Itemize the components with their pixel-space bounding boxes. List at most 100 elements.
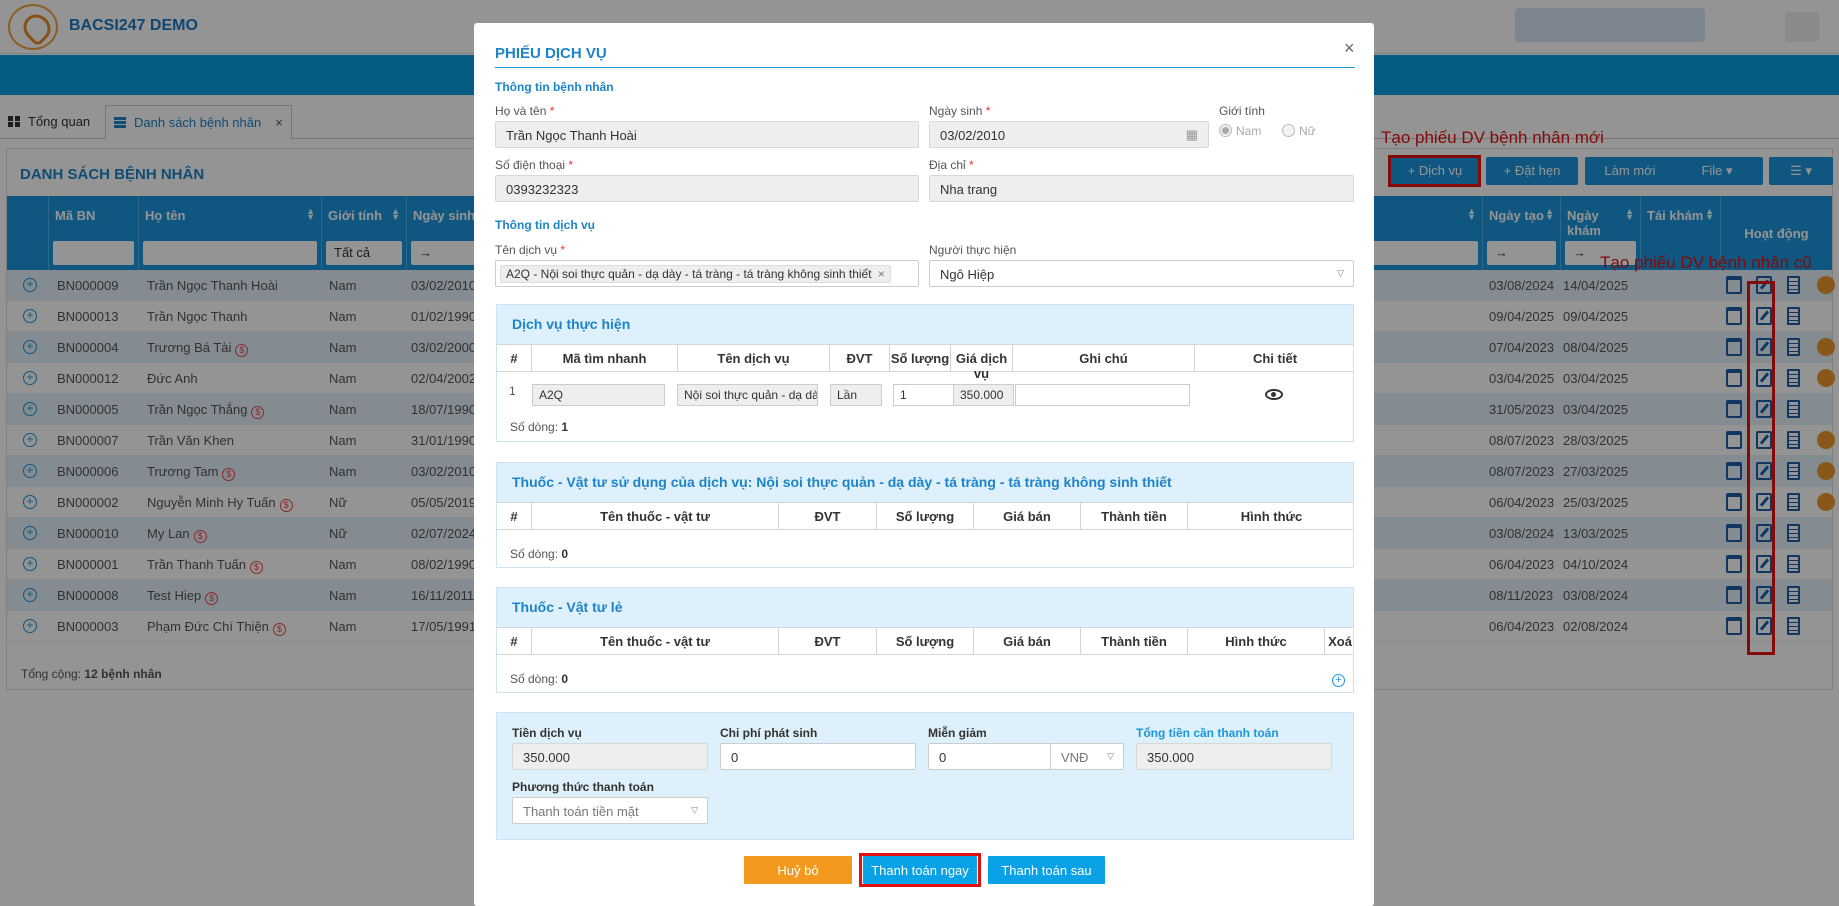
required-mark: * [560, 243, 566, 257]
radio-nam[interactable]: Nam [1219, 124, 1261, 138]
sdt-field[interactable]: 0393232323 [495, 175, 919, 202]
label-text: Ngày sinh [929, 104, 983, 118]
radio-nu[interactable]: Nữ [1282, 124, 1316, 138]
required-mark: * [549, 104, 555, 118]
service-supplies-box: Thuốc - Vật tư sử dụng của dịch vụ: Nội … [496, 462, 1354, 568]
tien-dv-field[interactable]: 350.000 [512, 743, 708, 770]
label-ngay-sinh: Ngày sinh * [929, 104, 990, 118]
col-header: Thành tiền [1081, 503, 1188, 529]
col-header: # [497, 345, 532, 371]
required-mark: * [568, 158, 574, 172]
required-mark: * [969, 158, 974, 172]
col-header: Tên thuốc - vật tư [532, 503, 779, 529]
service-section-title: Thông tin dịch vụ [495, 218, 595, 232]
ghi-chu-field[interactable] [1015, 384, 1190, 406]
calendar-icon: ▦ [1185, 127, 1198, 142]
nguoi-th-value: Ngô Hiệp [940, 267, 995, 282]
col-header: ĐVT [779, 628, 877, 654]
chevron-down-icon: ▽ [691, 805, 698, 815]
row-count-label: Số dòng: [510, 672, 559, 686]
row-count-label: Số dòng: [510, 420, 559, 434]
box-title: Thuốc - Vật tư lẻ [497, 588, 1353, 627]
chi-phi-field[interactable]: 0 [720, 743, 916, 770]
gia-dv-cell[interactable]: 350.000 [953, 384, 1014, 406]
ten-dv-cell[interactable]: Nội soi thực quản - dạ dày - tá tràng [677, 384, 818, 406]
ten-dv-select[interactable]: A2Q - Nội soi thực quản - dạ dày - tá tr… [495, 260, 919, 287]
row-count: Số dòng: 0 [510, 547, 568, 561]
currency-select[interactable]: VNĐ ▽ [1050, 743, 1124, 770]
retail-table-header: # Tên thuốc - vật tư ĐVT Số lượng Giá bá… [497, 627, 1353, 655]
radio-icon [1282, 124, 1295, 137]
row-count: Số dòng: 0 [510, 672, 568, 686]
service-tag: A2Q - Nội soi thực quản - dạ dày - tá tr… [500, 265, 891, 283]
col-header: Chi tiết [1252, 351, 1298, 366]
label-tien-dv: Tiền dịch vụ [512, 726, 582, 740]
label-text: Tên dịch vụ [495, 243, 558, 257]
col-header: Số lượng [877, 628, 974, 654]
box-title: Thuốc - Vật tư sử dụng của dịch vụ: Nội … [497, 463, 1353, 502]
payment-box: Tiền dịch vụ 350.000 Chi phí phát sinh 0… [496, 712, 1354, 840]
tag-remove-icon[interactable]: × [878, 267, 885, 281]
col-header: # [497, 628, 532, 654]
row-count: Số dòng: 1 [510, 420, 568, 434]
col-header: ĐVT [830, 345, 890, 371]
col-header: Thành tiền [1081, 628, 1188, 654]
currency-value: VNĐ [1061, 750, 1089, 765]
pay-later-button[interactable]: Thanh toán sau [988, 856, 1105, 884]
label-nguoi-th: Người thực hiện [929, 243, 1017, 257]
row-index: 1 [509, 384, 516, 398]
label-pttt: Phương thức thanh toán [512, 780, 654, 794]
so-luong-field[interactable]: 1 [893, 384, 954, 406]
label-chi-phi: Chi phí phát sinh [720, 726, 818, 740]
col-header: Số lượng [890, 345, 951, 371]
label-dia-chi: Địa chỉ * [929, 158, 974, 172]
col-header: Giá bán [974, 628, 1081, 654]
radio-icon [1219, 124, 1232, 137]
title-divider [495, 67, 1355, 68]
label-text: Địa chỉ [929, 158, 966, 172]
pttt-select[interactable]: Thanh toán tiền mặt ▽ [512, 797, 708, 824]
col-header: Tên dịch vụ [678, 345, 830, 371]
label-text: Số điện thoại [495, 158, 566, 172]
label-ho-ten: Họ và tên * [495, 104, 554, 118]
col-header: Giá dịch vụ [951, 345, 1013, 381]
label-gioi-tinh: Giới tính [1219, 104, 1265, 118]
tong-field[interactable]: 350.000 [1136, 743, 1332, 770]
modal-title: PHIẾU DỊCH VỤ [495, 45, 607, 62]
ngay-sinh-value: 03/02/2010 [940, 128, 1006, 143]
supplies-table-header: # Tên thuốc - vật tư ĐVT Số lượng Giá bá… [497, 502, 1353, 530]
ngay-sinh-field[interactable]: 03/02/2010 ▦ [929, 121, 1209, 148]
service-ticket-modal: PHIẾU DỊCH VỤ × Thông tin bệnh nhân Họ v… [474, 23, 1374, 906]
label-ten-dv: Tên dịch vụ * [495, 243, 565, 257]
service-detail-box: Dịch vụ thực hiện # Mã tìm nhanh Tên dịc… [496, 304, 1354, 442]
annotation-box-pay-now [859, 853, 981, 887]
service-table-header: # Mã tìm nhanh Tên dịch vụ ĐVT Số lượng … [497, 344, 1353, 381]
row-count-value: 0 [561, 547, 569, 561]
retail-supplies-box: Thuốc - Vật tư lẻ # Tên thuốc - vật tư Đ… [496, 587, 1354, 693]
col-header: # [497, 503, 532, 529]
dia-chi-field[interactable]: Nha trang [929, 175, 1354, 202]
col-header: Xoá [1328, 634, 1352, 649]
ma-tim-nhanh-field[interactable]: A2Q [532, 384, 665, 406]
eye-icon[interactable] [1265, 389, 1283, 400]
col-header: Giá bán [974, 503, 1081, 529]
add-row-icon[interactable]: + [1332, 674, 1345, 687]
service-tag-label: A2Q - Nội soi thực quản - dạ dày - tá tr… [506, 267, 872, 281]
row-count-value: 1 [561, 420, 569, 434]
patient-section-title: Thông tin bệnh nhân [495, 80, 614, 94]
ho-ten-field[interactable]: Trần Ngọc Thanh Hoài [495, 121, 919, 148]
cancel-button[interactable]: Huỷ bỏ [744, 856, 852, 884]
col-header: Mã tìm nhanh [532, 345, 678, 371]
label-tong: Tổng tiền cần thanh toán [1136, 726, 1279, 740]
col-header: Hình thức [1188, 628, 1325, 654]
col-header: ĐVT [779, 503, 877, 529]
col-header: Số lượng [877, 503, 974, 529]
row-count-label: Số dòng: [510, 547, 559, 561]
close-icon[interactable]: × [1344, 38, 1355, 59]
mien-giam-field[interactable]: 0 [928, 743, 1051, 770]
nguoi-th-select[interactable]: Ngô Hiệp ▽ [929, 260, 1354, 287]
radio-label: Nam [1236, 124, 1262, 138]
col-header: Ghi chú [1013, 345, 1195, 371]
box-title: Dịch vụ thực hiện [497, 305, 1353, 344]
dvt-cell[interactable]: Lần [830, 384, 882, 406]
